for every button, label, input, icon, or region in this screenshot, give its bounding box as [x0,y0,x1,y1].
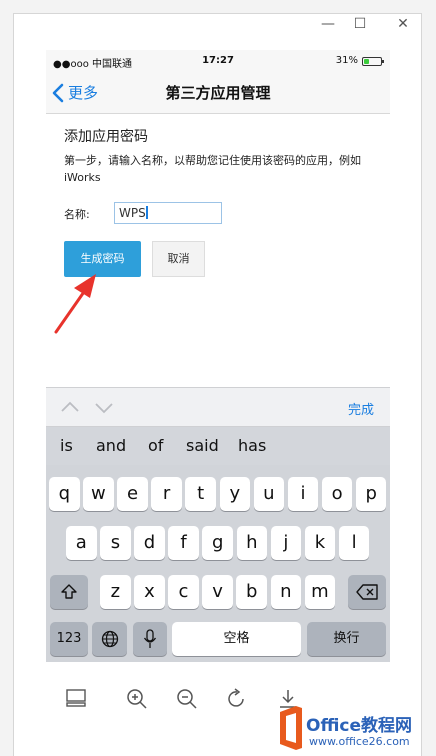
globe-key[interactable] [92,622,127,656]
key-e[interactable]: e [117,477,148,511]
minimize-button[interactable]: — [318,14,338,34]
key-y[interactable]: y [219,477,251,511]
keyboard: 123 空格 换行 qwertyuiop asdfghjkl zxcvbnm [46,465,390,662]
key-b[interactable]: b [236,575,267,609]
suggestion-item[interactable]: and [96,436,126,455]
backspace-icon [356,584,378,600]
status-bar: ●●ooo 中国联通 17:27 31% [46,50,390,72]
suggestion-item[interactable]: of [148,436,163,455]
key-w[interactable]: w [83,477,114,511]
key-f[interactable]: f [168,526,199,560]
microphone-icon [143,629,157,648]
zoom-out-icon[interactable] [176,688,198,710]
key-s[interactable]: s [100,526,131,560]
prev-next-arrows-icon[interactable] [60,398,120,418]
key-u[interactable]: u [253,477,285,511]
suggestion-item[interactable]: has [238,436,266,455]
keyboard-accessory-bar: 完成 [46,387,390,427]
key-h[interactable]: h [236,526,268,560]
key-n[interactable]: n [270,575,302,609]
key-z[interactable]: z [100,575,131,609]
backspace-key[interactable] [348,575,386,609]
maximize-button[interactable]: ☐ [350,14,370,34]
watermark-title: Office教程网 [306,716,413,736]
suggestion-item[interactable]: is [60,436,73,455]
phone-screen: ●●ooo 中国联通 17:27 31% 更多 第三方应用管理 添加应用密码 第… [46,50,390,662]
key-a[interactable]: a [66,526,97,560]
key-p[interactable]: p [355,477,387,511]
watermark-url: www.office26.com [309,735,410,748]
key-l[interactable]: l [338,526,370,560]
key-g[interactable]: g [202,526,233,560]
layout-icon[interactable] [65,688,87,708]
battery-percent: 31% [335,55,358,66]
shift-icon [61,584,77,599]
suggestion-bar: is and of said has [46,427,390,465]
key-t[interactable]: t [185,477,216,511]
key-k[interactable]: k [304,526,336,560]
rotate-icon[interactable] [226,688,248,710]
key-v[interactable]: v [202,575,233,609]
nav-bar: 更多 第三方应用管理 [46,72,390,114]
microphone-key[interactable] [133,622,167,656]
annotation-arrow [54,274,96,334]
numbers-key[interactable]: 123 [50,622,88,656]
app-frame: — ☐ ✕ ●●ooo 中国联通 17:27 31% 更多 第三方应用管理 添加… [0,0,436,756]
key-o[interactable]: o [321,477,353,511]
key-i[interactable]: i [287,477,319,511]
key-x[interactable]: x [134,575,165,609]
key-q[interactable]: q [49,477,80,511]
form-panel: 添加应用密码 第一步，请输入名称，以帮助您记住使用该密码的应用，例如 iWork… [46,114,390,387]
battery-icon [362,57,384,66]
zoom-in-icon[interactable] [126,688,148,710]
shift-key[interactable] [50,575,88,609]
return-key[interactable]: 换行 [307,622,386,656]
key-r[interactable]: r [151,477,182,511]
globe-icon [101,630,118,648]
page-title: 第三方应用管理 [165,84,271,102]
close-button[interactable]: ✕ [393,14,413,34]
key-d[interactable]: d [134,526,165,560]
key-c[interactable]: c [168,575,199,609]
space-key[interactable]: 空格 [172,622,301,656]
key-m[interactable]: m [304,575,336,609]
done-button[interactable]: 完成 [348,399,374,418]
suggestion-item[interactable]: said [186,436,219,455]
key-j[interactable]: j [270,526,302,560]
